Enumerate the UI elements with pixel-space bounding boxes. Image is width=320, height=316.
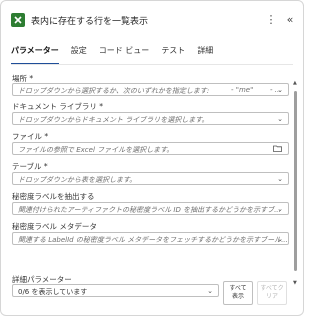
more-vertical-icon[interactable]: ⋮ bbox=[263, 11, 279, 27]
extract-sensitivity-dropdown[interactable]: 関連付けられたアーティファクトの秘密度ラベル ID を抽出するかどうかを示すブ.… bbox=[12, 202, 289, 215]
location-placeholder: ドロップダウンから選択するか、次のいずれかを指定します: bbox=[18, 87, 210, 95]
tab-settings[interactable]: 設定 bbox=[71, 45, 87, 65]
tab-parameters[interactable]: パラメーター bbox=[11, 45, 59, 65]
scroll-up-icon[interactable]: ▲ bbox=[293, 80, 297, 86]
file-picker[interactable]: ファイルの参照で Excel ファイルを選択します。 bbox=[12, 142, 289, 155]
document-library-dropdown[interactable]: ドロップダウンからドキュメント ライブラリを選択します。 ⌄ bbox=[12, 112, 289, 125]
sensitivity-metadata-label: 秘密度ラベル メタデータ bbox=[12, 222, 97, 231]
file-placeholder: ファイルの参照で Excel ファイルを選択します。 bbox=[18, 146, 174, 154]
clear-all-label-line2: リア bbox=[265, 293, 278, 300]
folder-icon[interactable] bbox=[273, 145, 282, 154]
chevron-down-icon: ⌄ bbox=[277, 86, 283, 94]
tab-test[interactable]: テスト bbox=[161, 45, 185, 65]
tab-code-view[interactable]: コード ビュー bbox=[99, 45, 150, 65]
table-placeholder: ドロップダウンから表を選択します。 bbox=[18, 176, 137, 184]
extract-sensitivity-label: 秘密度ラベルを抽出する bbox=[12, 192, 95, 201]
advanced-parameters-value: 0/6 を表示しています bbox=[18, 288, 88, 296]
show-all-label-line1: すべて bbox=[229, 285, 247, 292]
show-all-label-line2: 表示 bbox=[231, 293, 244, 300]
table-dropdown[interactable]: ドロップダウンから表を選択します。 ⌄ bbox=[12, 172, 289, 185]
scrollbar-thumb[interactable] bbox=[294, 91, 297, 271]
clear-all-button[interactable]: すべてク リア bbox=[257, 281, 287, 305]
action-panel: 表内に存在する行を一覧表示 ⋮ « パラメーター 設定 コード ビュー テスト … bbox=[0, 0, 304, 316]
show-all-button[interactable]: すべて 表示 bbox=[223, 281, 253, 305]
tab-bar: パラメーター 設定 コード ビュー テスト 詳細 bbox=[11, 45, 225, 65]
chevron-down-icon: ⌄ bbox=[277, 235, 283, 243]
advanced-parameters-select[interactable]: 0/6 を表示しています ⌄ bbox=[12, 284, 219, 297]
chevron-down-icon: ⌄ bbox=[277, 175, 283, 183]
excel-icon bbox=[11, 13, 25, 27]
location-dropdown[interactable]: ドロップダウンから選択するか、次のいずれかを指定します: - "me" - ..… bbox=[12, 83, 289, 96]
table-label: テーブル * bbox=[12, 162, 48, 171]
document-library-label: ドキュメント ライブラリ * bbox=[12, 102, 104, 111]
sensitivity-metadata-dropdown[interactable]: 関連する LabelId の秘密度ラベル メタデータをフェッチするかどうかを示す… bbox=[12, 232, 289, 245]
location-hint: - "me" bbox=[231, 86, 254, 94]
file-label: ファイル * bbox=[12, 132, 49, 141]
chevron-down-icon: ⌄ bbox=[207, 287, 213, 295]
chevron-down-icon: ⌄ bbox=[277, 205, 283, 213]
sensitivity-metadata-placeholder: 関連する LabelId の秘密度ラベル メタデータをフェッチするかどうかを示す… bbox=[18, 236, 288, 244]
clear-all-label-line1: すべてク bbox=[260, 285, 284, 292]
document-library-placeholder: ドロップダウンからドキュメント ライブラリを選択します。 bbox=[18, 116, 209, 124]
collapse-double-chevron-icon[interactable]: « bbox=[282, 11, 298, 27]
scroll-down-icon[interactable]: ▼ bbox=[293, 280, 297, 286]
chevron-down-icon: ⌄ bbox=[277, 115, 283, 123]
tab-divider bbox=[11, 64, 293, 65]
tab-details[interactable]: 詳細 bbox=[197, 45, 213, 65]
extract-sensitivity-placeholder: 関連付けられたアーティファクトの秘密度ラベル ID を抽出するかどうかを示すブ.… bbox=[18, 206, 281, 214]
panel-title: 表内に存在する行を一覧表示 bbox=[31, 17, 149, 27]
panel-header: 表内に存在する行を一覧表示 ⋮ « bbox=[1, 1, 303, 39]
